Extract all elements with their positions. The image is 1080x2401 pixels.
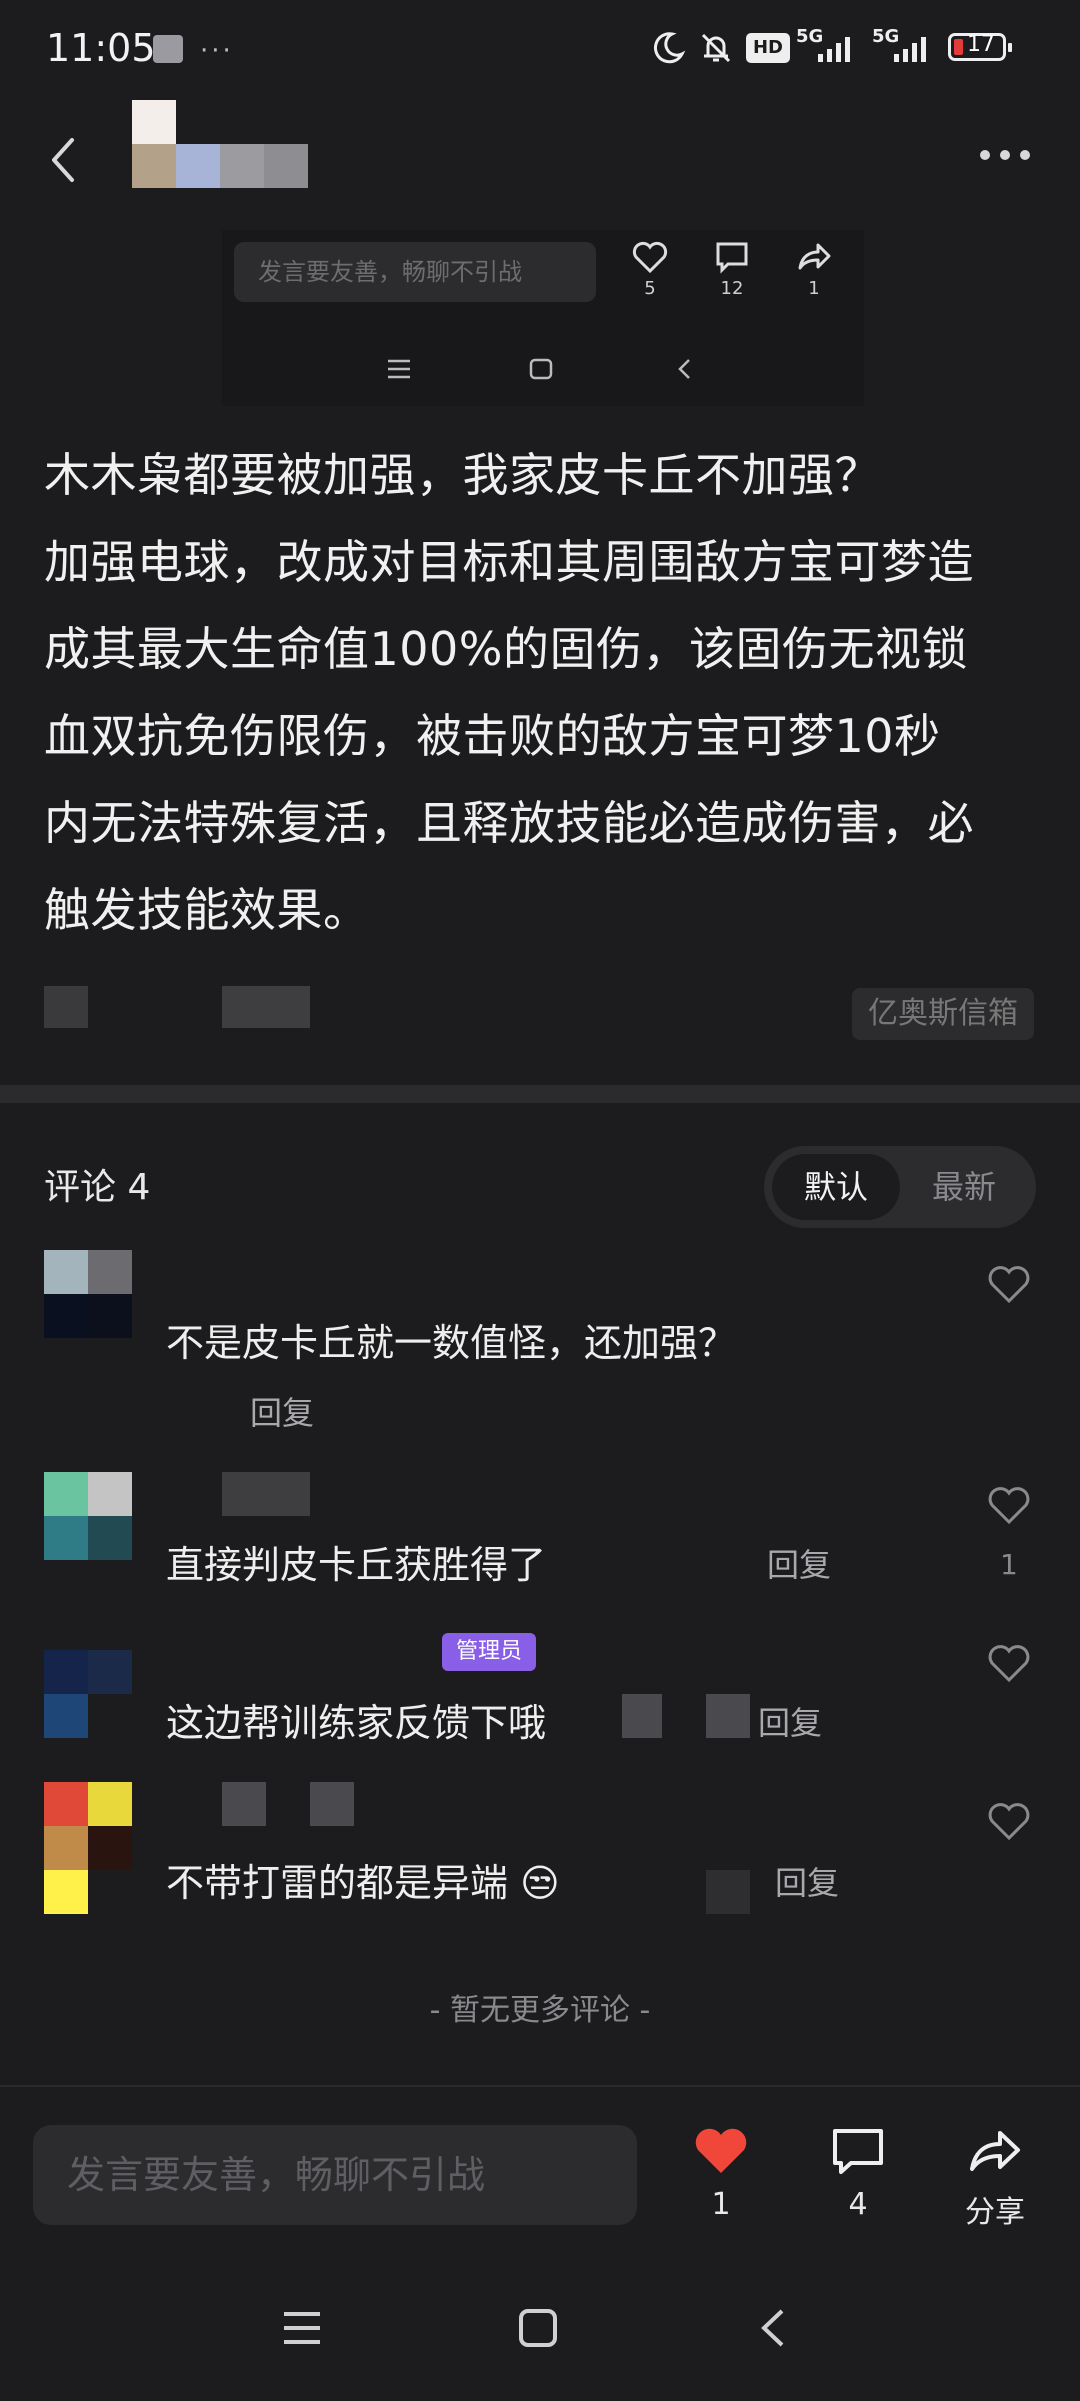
post-line: 成其最大生命值100%的固伤，该固伤无视锁 xyxy=(44,622,969,676)
heart-filled-icon xyxy=(695,2128,747,2173)
preview-comment-count: 12 xyxy=(720,278,744,299)
like-heart-icon[interactable] xyxy=(987,1802,1031,1842)
redacted-block xyxy=(622,1694,662,1738)
post-line: 加强电球，改成对目标和其周围敌方宝可梦造 xyxy=(44,535,974,589)
post-line: 内无法特殊复活，且释放技能必造成伤害，必 xyxy=(44,796,974,850)
redacted-block xyxy=(44,986,88,1028)
signal-icon-2 xyxy=(894,37,926,62)
post-content: 木木枭都要被加强，我家皮卡丘不加强？ 加强电球，改成对目标和其周围敌方宝可梦造 … xyxy=(44,432,1044,954)
comment-text: 不是皮卡丘就一数值怪，还加强？ xyxy=(166,1321,737,1365)
like-button[interactable]: 1 xyxy=(676,2125,766,2222)
avatar[interactable] xyxy=(132,100,312,190)
preview-share-count: 1 xyxy=(808,278,820,299)
embedded-screenshot: 发言要友善，畅聊不引战 5 12 1 xyxy=(222,230,864,406)
signal-icon-1 xyxy=(818,37,850,62)
back-icon[interactable] xyxy=(752,2308,796,2348)
redacted-username xyxy=(222,1782,266,1826)
menu-icon xyxy=(388,359,410,379)
comments-title: 评论 4 xyxy=(44,1167,151,1208)
comment-icon xyxy=(716,242,748,274)
admin-badge: 管理员 xyxy=(442,1633,536,1671)
share-button[interactable]: 分享 xyxy=(950,2125,1040,2231)
status-bar: 11:05 ··· HD 5G 5G 17 xyxy=(0,0,1080,100)
battery-level: 17 xyxy=(967,32,995,57)
source-tag[interactable]: 亿奥斯信箱 xyxy=(852,988,1034,1040)
no-more-comments: - 暂无更多评论 - xyxy=(429,1993,651,2028)
redacted-block xyxy=(706,1870,750,1914)
comment-text: 这边帮训练家反馈下哦 xyxy=(166,1701,547,1745)
hd-label: HD xyxy=(752,37,783,58)
sort-toggle: 默认 最新 xyxy=(764,1146,1036,1228)
back-icon xyxy=(678,359,690,379)
sort-latest-button[interactable]: 最新 xyxy=(900,1154,1028,1220)
comment-avatar[interactable] xyxy=(44,1782,132,1914)
bell-muted-icon xyxy=(701,33,731,63)
like-heart-icon[interactable] xyxy=(987,1644,1031,1684)
comment-icon xyxy=(833,2129,883,2174)
share-icon xyxy=(798,243,831,270)
redacted-block xyxy=(706,1694,750,1738)
comment-input[interactable]: 发言要友善，畅聊不引战 xyxy=(33,2125,637,2225)
battery-icon: 17 xyxy=(948,32,1012,61)
home-icon[interactable] xyxy=(516,2308,560,2348)
comment-avatar[interactable] xyxy=(44,1472,132,1560)
moon-icon xyxy=(653,32,686,64)
notification-app-icon xyxy=(153,35,183,63)
share-label: 分享 xyxy=(965,2195,1025,2230)
preview-comment: 12 xyxy=(702,240,762,299)
redacted-block xyxy=(222,986,310,1028)
redacted-username xyxy=(222,1472,310,1516)
comment-text-content: 不带打雷的都是异端 xyxy=(166,1861,509,1905)
like-heart-icon[interactable] xyxy=(987,1486,1031,1526)
comment-avatar[interactable] xyxy=(44,1650,132,1738)
more-dots-icon: ··· xyxy=(200,36,234,66)
bottom-separator xyxy=(0,2085,1080,2087)
preview-comment-input: 发言要友善，畅聊不引战 xyxy=(234,242,596,302)
status-time: 11:05 xyxy=(46,26,156,70)
hd-icon: HD xyxy=(746,33,790,63)
preview-share: 1 xyxy=(784,240,844,299)
comment-button[interactable]: 4 xyxy=(813,2125,903,2222)
menu-icon[interactable] xyxy=(280,2308,324,2348)
post-line: 触发技能效果。 xyxy=(44,883,370,937)
comment-count: 4 xyxy=(848,2187,868,2222)
sort-default-button[interactable]: 默认 xyxy=(772,1154,900,1220)
section-divider xyxy=(0,1085,1080,1103)
more-horizontal-icon[interactable] xyxy=(975,140,1035,170)
like-count: 1 xyxy=(1000,1548,1018,1581)
redacted-username xyxy=(310,1782,354,1826)
reply-button[interactable]: 回复 xyxy=(775,1858,839,1904)
like-heart-icon[interactable] xyxy=(987,1265,1031,1305)
unamused-emoji: 😒 xyxy=(520,1861,560,1905)
preview-like: 5 xyxy=(620,240,680,299)
post-line: 血双抗免伤限伤，被击败的敌方宝可梦10秒 xyxy=(44,709,941,763)
comment-avatar[interactable] xyxy=(44,1250,132,1338)
home-icon xyxy=(529,358,553,380)
comment-text: 直接判皮卡丘获胜得了 xyxy=(166,1543,547,1587)
preview-like-count: 5 xyxy=(644,278,656,299)
reply-button[interactable]: 回复 xyxy=(250,1388,314,1434)
chevron-left-icon[interactable] xyxy=(40,130,90,190)
heart-outline-icon xyxy=(632,241,668,274)
reply-button[interactable]: 回复 xyxy=(758,1698,822,1744)
share-icon xyxy=(970,2131,1020,2171)
reply-button[interactable]: 回复 xyxy=(767,1540,831,1586)
post-line: 木木枭都要被加强，我家皮卡丘不加强？ xyxy=(44,448,881,502)
comment-text: 不带打雷的都是异端 😒 xyxy=(166,1852,560,1907)
like-count: 1 xyxy=(711,2187,731,2222)
